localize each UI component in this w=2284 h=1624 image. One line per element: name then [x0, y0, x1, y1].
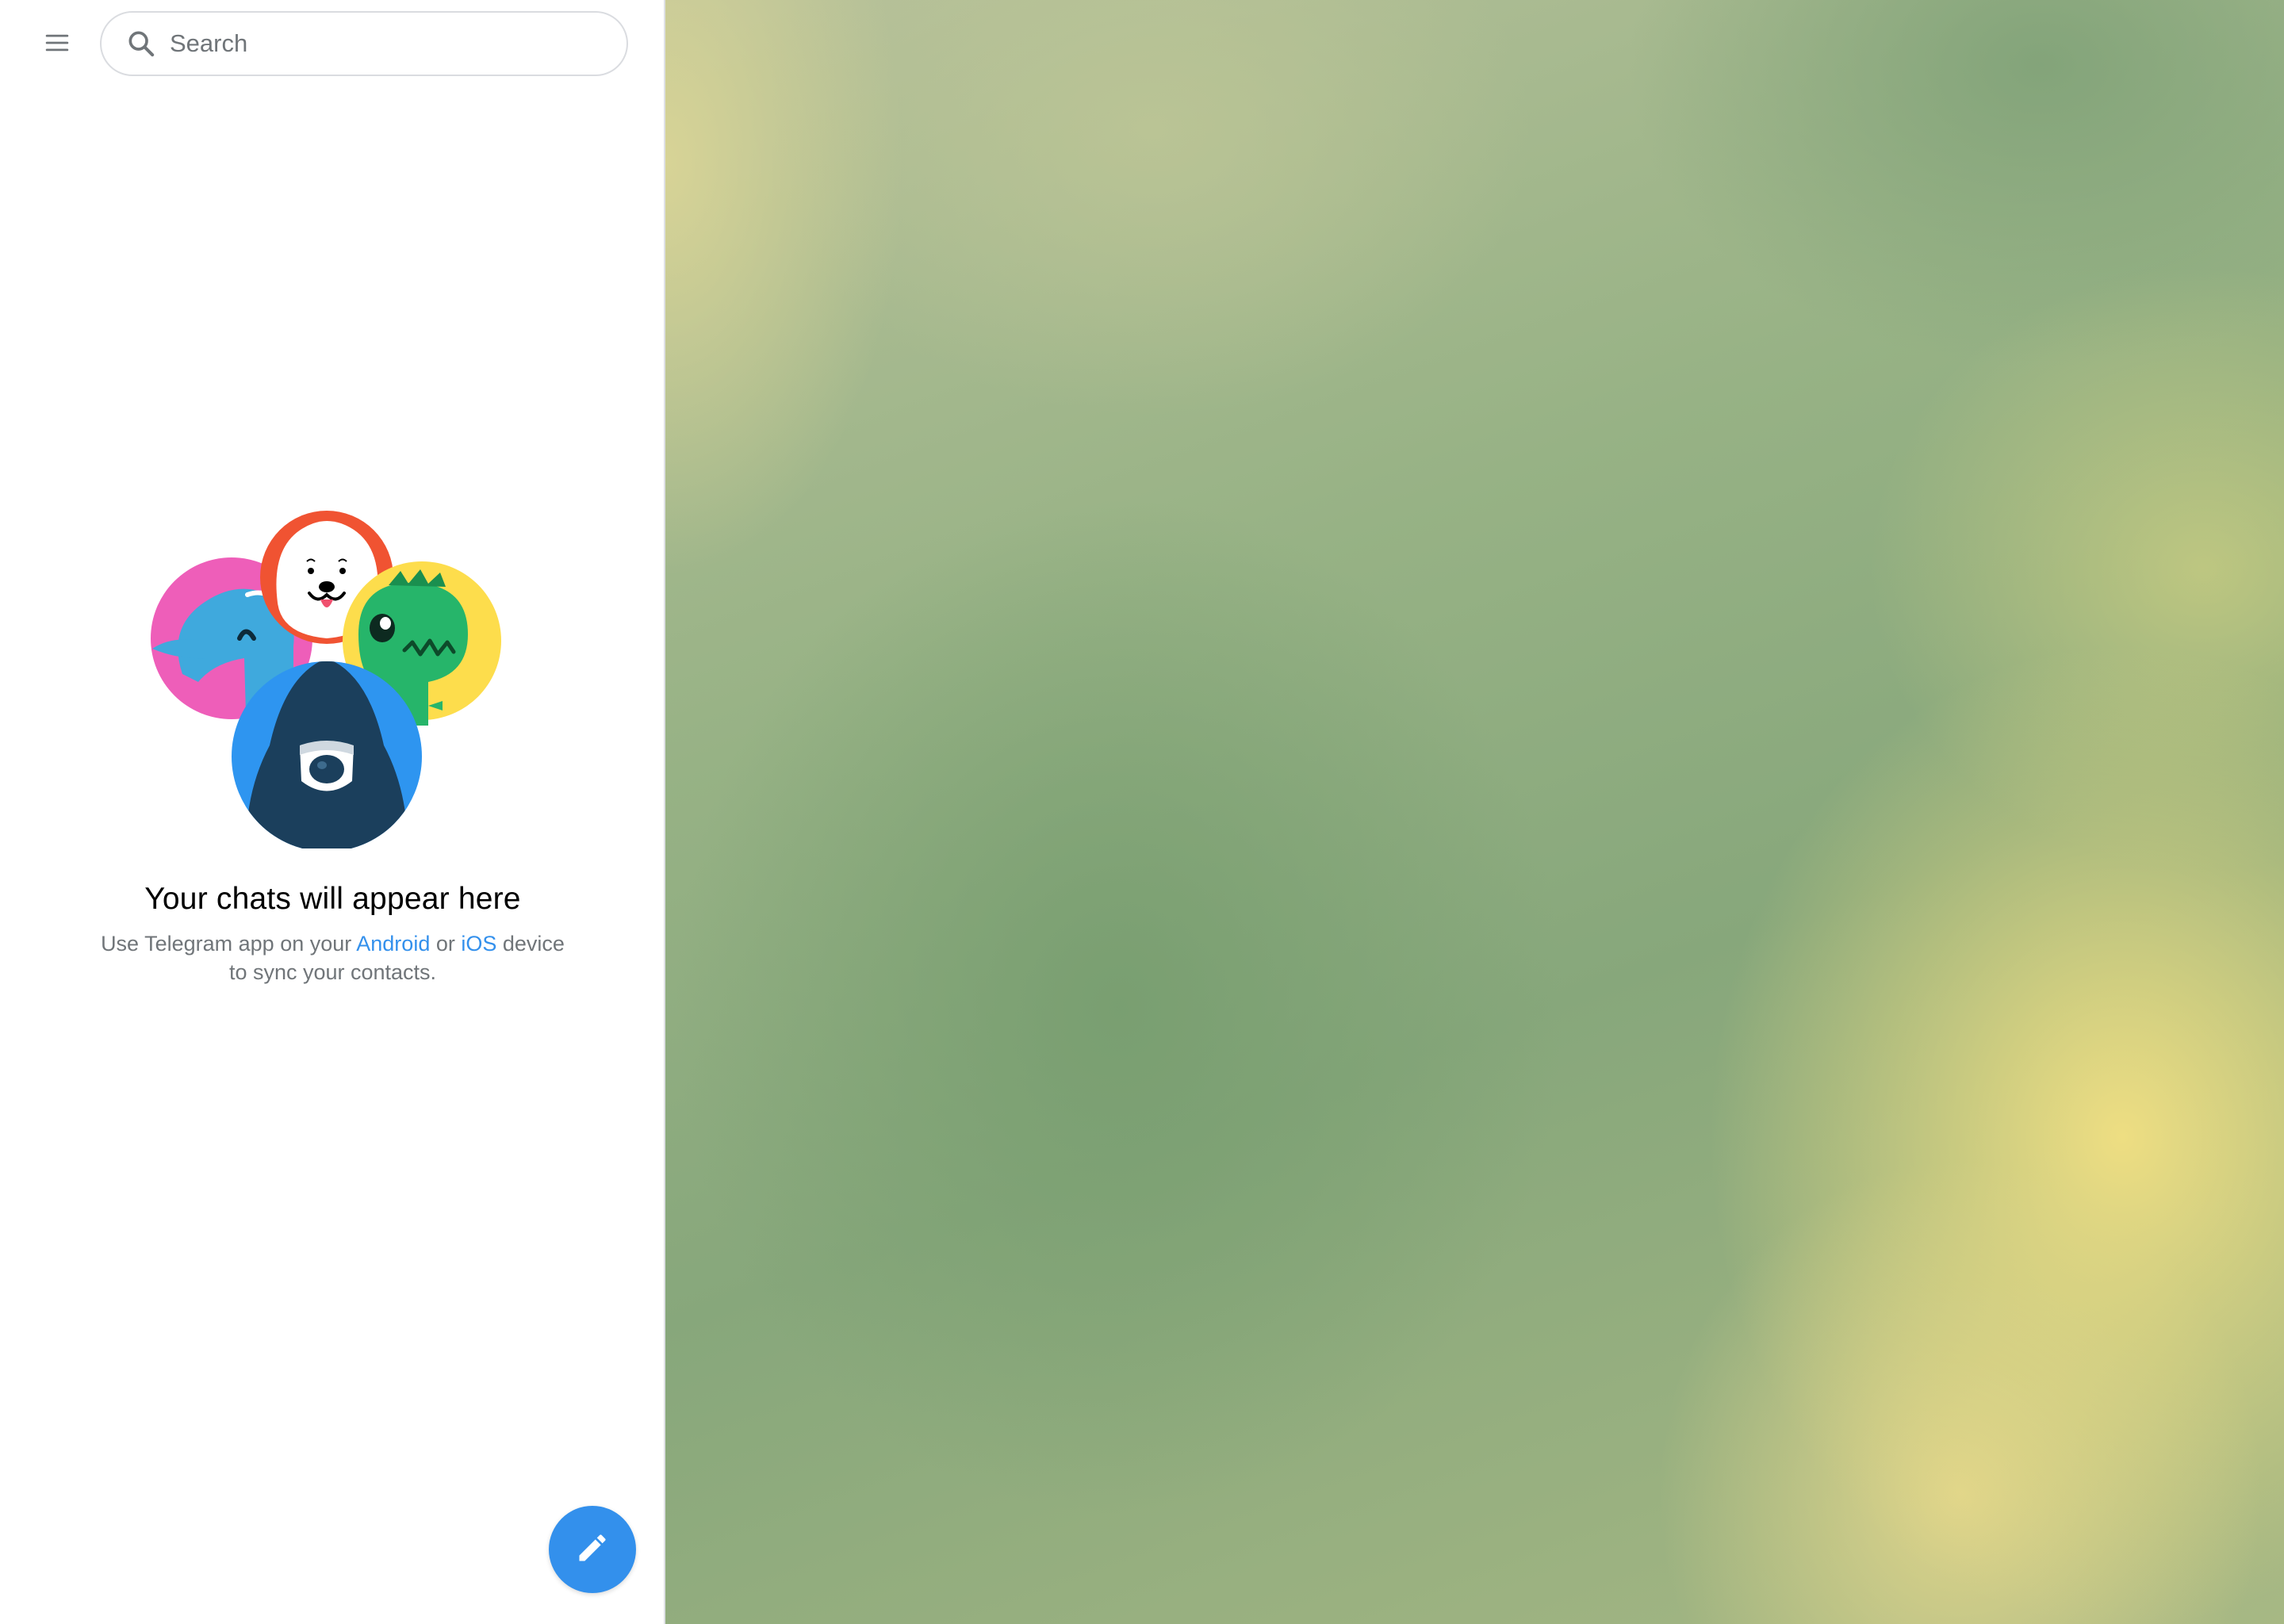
search-input[interactable] [170, 20, 598, 67]
hamburger-menu-icon [42, 28, 72, 62]
chat-wallpaper [665, 0, 2284, 1624]
animal-avatars-illustration [150, 508, 515, 848]
desc-prefix: Use Telegram app on your [101, 932, 357, 956]
empty-chats-state: Your chats will appear here Use Telegram… [0, 508, 665, 986]
desc-line2: to sync your contacts. [228, 960, 437, 984]
desc-suffix: device [496, 932, 565, 956]
search-icon [125, 28, 157, 59]
telegram-app: Your chats will appear here Use Telegram… [0, 0, 2284, 1624]
desc-middle: or [430, 932, 462, 956]
android-link[interactable]: Android [356, 932, 430, 956]
main-menu-button[interactable] [29, 20, 86, 69]
pencil-icon [575, 1530, 610, 1569]
empty-state-title: Your chats will appear here [144, 882, 521, 916]
ios-link[interactable]: iOS [461, 932, 496, 956]
sidebar-header [0, 0, 664, 87]
chat-background-pane [665, 0, 2284, 1624]
chat-list-column: Your chats will appear here Use Telegram… [0, 0, 665, 1624]
empty-state-description: Use Telegram app on your Android or iOS … [79, 929, 587, 986]
search-box[interactable] [100, 11, 628, 76]
new-message-button[interactable] [549, 1506, 636, 1593]
